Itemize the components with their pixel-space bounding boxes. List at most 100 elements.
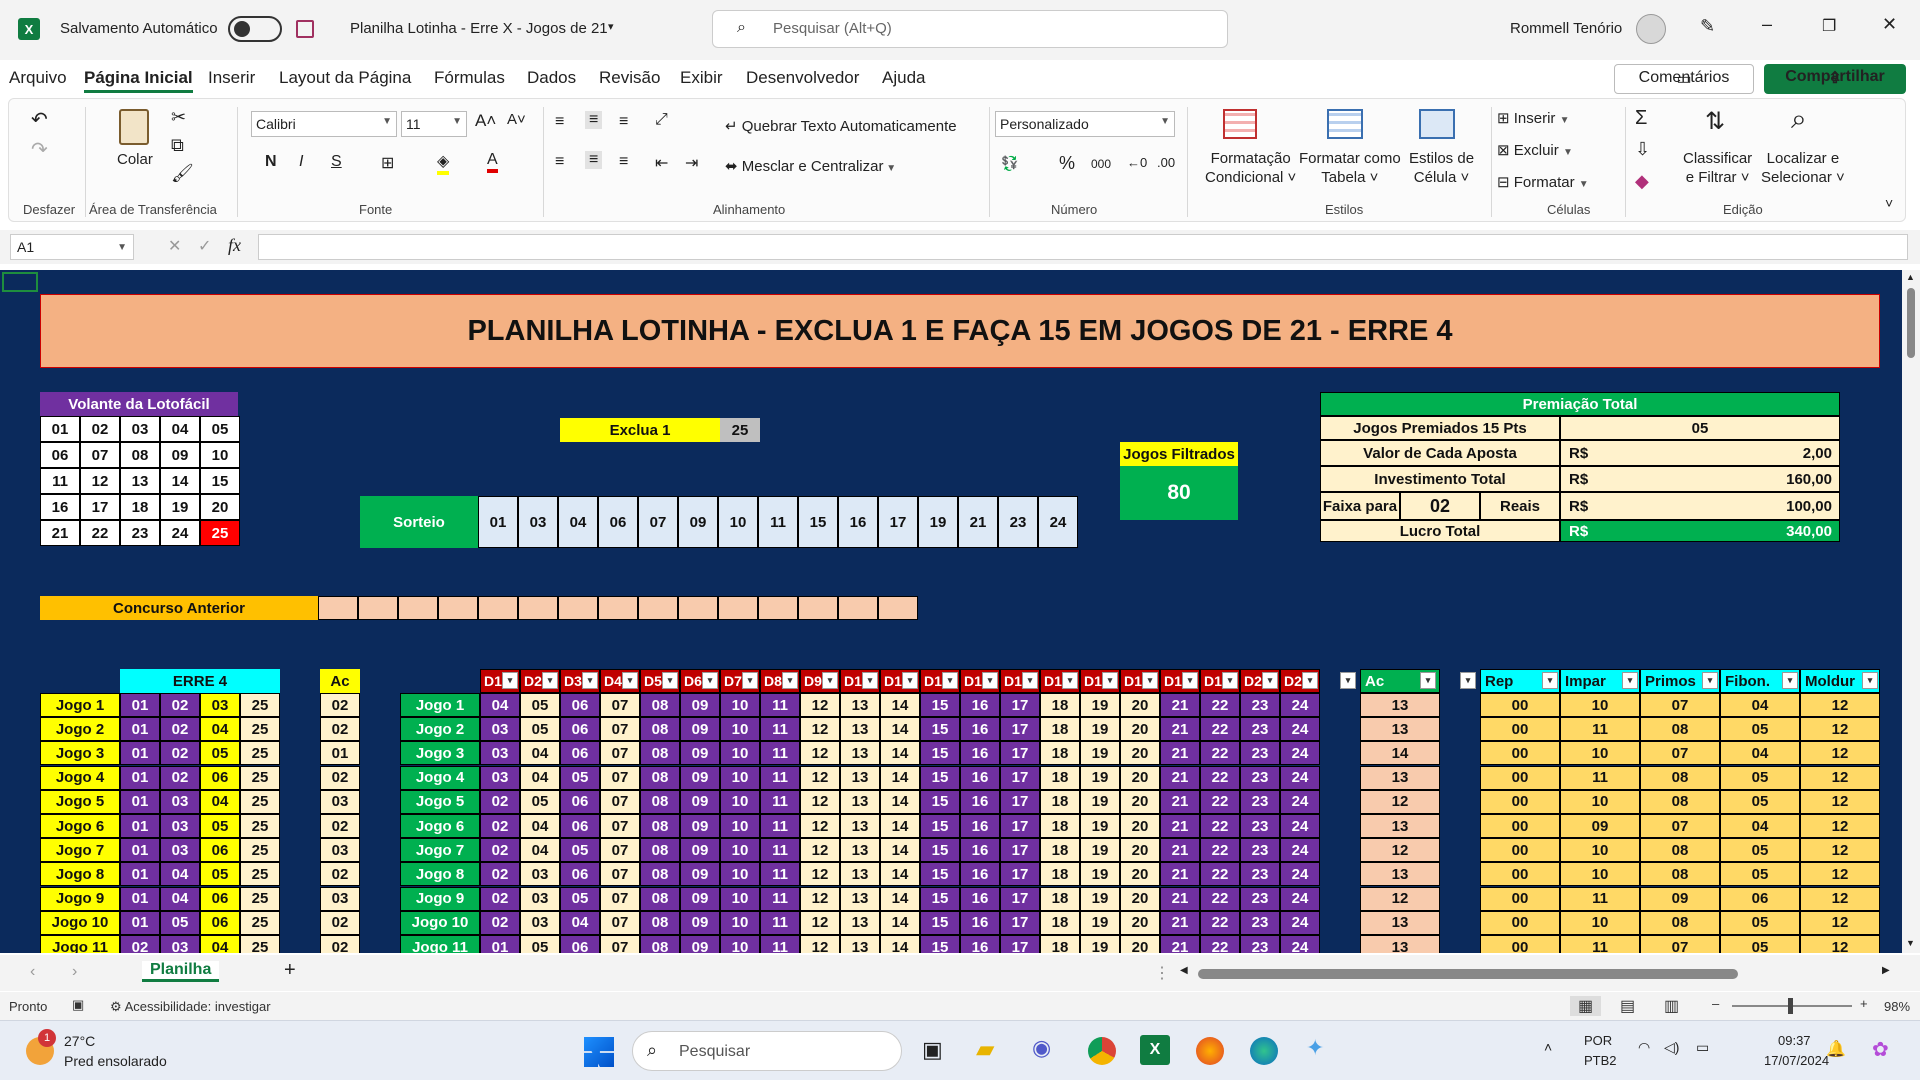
document-title[interactable]: Planilha Lotinha - Erre X - Jogos de 21 xyxy=(350,20,608,37)
other-app-icon[interactable]: ✦ xyxy=(1306,1035,1324,1061)
font-color-icon[interactable]: A xyxy=(487,151,498,173)
tab-ajuda[interactable]: Ajuda xyxy=(882,68,925,88)
filter-dropdown-icon[interactable]: ▾ xyxy=(1340,672,1356,689)
worksheet-grid[interactable]: PLANILHA LOTINHA - EXCLUA 1 E FAÇA 15 EM… xyxy=(0,270,1902,953)
concurso-anterior-cell[interactable] xyxy=(838,596,878,620)
windows-start-icon[interactable] xyxy=(584,1037,614,1067)
teams-icon[interactable]: ◉ xyxy=(1032,1035,1051,1061)
cut-icon[interactable]: ✂ xyxy=(171,107,186,128)
autosum-icon[interactable]: Σ xyxy=(1635,107,1647,130)
search-box[interactable]: ⌕ Pesquisar (Alt+Q) xyxy=(712,10,1228,48)
filter-dropdown-icon[interactable]: ▾ xyxy=(702,672,718,689)
show-hidden-icons[interactable]: ˄ xyxy=(1544,1039,1552,1055)
filter-dropdown-icon[interactable]: ▾ xyxy=(1702,672,1718,689)
decrease-indent-icon[interactable]: ⇤ xyxy=(655,153,668,173)
zoom-level[interactable]: 98% xyxy=(1884,999,1910,1014)
concurso-anterior-cell[interactable] xyxy=(718,596,758,620)
active-cell-a1[interactable] xyxy=(2,272,38,292)
cell-styles-icon[interactable] xyxy=(1419,109,1455,139)
add-sheet-icon[interactable]: + xyxy=(284,959,296,982)
border-icon[interactable]: ⊞ xyxy=(381,153,394,173)
shrink-font-icon[interactable]: A˅ xyxy=(507,111,526,128)
zoom-out-icon[interactable]: – xyxy=(1712,996,1719,1011)
align-top-icon[interactable]: ≡ xyxy=(555,113,564,131)
taskbar-search[interactable]: ⌕ Pesquisar xyxy=(632,1031,902,1071)
filter-dropdown-icon[interactable]: ▾ xyxy=(1262,672,1278,689)
volume-icon[interactable]: ◁) xyxy=(1664,1039,1679,1056)
filter-dropdown-icon[interactable]: ▾ xyxy=(1622,672,1638,689)
cell-styles-button[interactable]: Estilos de Célula ˅ xyxy=(1409,149,1474,187)
increase-decimal-icon[interactable]: ←0 xyxy=(1127,155,1147,170)
formula-input[interactable] xyxy=(258,234,1908,260)
task-view-icon[interactable]: ▣ xyxy=(922,1037,943,1063)
concurso-anterior-cell[interactable] xyxy=(318,596,358,620)
zoom-in-icon[interactable]: + xyxy=(1860,996,1868,1011)
autosave-toggle[interactable] xyxy=(228,16,282,42)
clock-date[interactable]: 17/07/2024 xyxy=(1764,1053,1829,1068)
grow-font-icon[interactable]: A˄ xyxy=(475,111,496,131)
font-name-select[interactable]: Calibri ▼ xyxy=(251,111,397,137)
exclua-value[interactable]: 25 xyxy=(720,418,760,442)
tab-arquivo[interactable]: Arquivo xyxy=(9,68,67,88)
name-box[interactable]: A1 ▼ xyxy=(10,234,134,260)
enter-formula-icon[interactable]: ✓ xyxy=(198,236,211,256)
tab-revisao[interactable]: Revisão xyxy=(599,68,660,88)
excel-taskbar-icon[interactable]: X xyxy=(1140,1035,1170,1065)
concurso-anterior-cell[interactable] xyxy=(478,596,518,620)
vertical-scroll-thumb[interactable] xyxy=(1907,288,1915,358)
thousands-icon[interactable]: 000 xyxy=(1091,157,1111,171)
filter-dropdown-icon[interactable]: ▾ xyxy=(942,672,958,689)
merge-center-button[interactable]: ⬌ Mesclar e Centralizar ▼ xyxy=(725,157,896,175)
align-right-icon[interactable]: ≡ xyxy=(619,153,628,171)
tab-exibir[interactable]: Exibir xyxy=(680,68,723,88)
underline-icon[interactable]: S xyxy=(331,153,342,171)
format-cells-button[interactable]: ⊟ Formatar ▼ xyxy=(1497,173,1589,191)
user-name[interactable]: Rommell Tenório xyxy=(1510,20,1622,37)
close-icon[interactable]: ✕ xyxy=(1882,14,1897,35)
copilot-icon[interactable]: ✿ xyxy=(1872,1037,1889,1062)
font-size-select[interactable]: 11 ▼ xyxy=(401,111,467,137)
vertical-scrollbar-track[interactable]: ▲ ▼ xyxy=(1902,270,1920,953)
concurso-anterior-cell[interactable] xyxy=(558,596,598,620)
filter-dropdown-icon[interactable]: ▾ xyxy=(982,672,998,689)
concurso-anterior-cell[interactable] xyxy=(638,596,678,620)
macro-record-icon[interactable]: ▣ xyxy=(72,997,84,1013)
notification-bell-icon[interactable]: 🔔 xyxy=(1826,1039,1846,1059)
prev-sheet-icon[interactable]: ‹ xyxy=(30,963,35,981)
align-bottom-icon[interactable]: ≡ xyxy=(619,113,628,131)
share-button[interactable]: ⇪ Compartilhar xyxy=(1764,64,1906,94)
redo-icon[interactable]: ↷ xyxy=(31,137,48,162)
tab-desenvolvedor[interactable]: Desenvolvedor xyxy=(746,68,859,88)
concurso-anterior-cell[interactable] xyxy=(678,596,718,620)
filter-dropdown-icon[interactable]: ▾ xyxy=(1420,672,1436,689)
bold-icon[interactable]: N xyxy=(265,153,277,171)
filter-dropdown-icon[interactable]: ▾ xyxy=(1542,672,1558,689)
language-2[interactable]: PTB2 xyxy=(1584,1053,1617,1068)
page-layout-icon[interactable]: ▤ xyxy=(1620,996,1635,1016)
restore-icon[interactable]: ❐ xyxy=(1822,16,1836,36)
concurso-anterior-cell[interactable] xyxy=(598,596,638,620)
currency-icon[interactable]: 💱 xyxy=(1001,155,1018,172)
concurso-anterior-cell[interactable] xyxy=(878,596,918,620)
filter-dropdown-icon[interactable]: ▾ xyxy=(902,672,918,689)
next-sheet-icon[interactable]: › xyxy=(72,963,77,981)
paste-icon[interactable] xyxy=(119,109,149,145)
filter-dropdown-icon[interactable]: ▾ xyxy=(542,672,558,689)
filter-dropdown-icon[interactable]: ▾ xyxy=(1022,672,1038,689)
align-center-icon[interactable]: ≡ xyxy=(585,151,603,169)
paste-button[interactable]: Colar xyxy=(117,151,153,168)
orientation-icon[interactable]: ⤢ xyxy=(655,111,668,129)
increase-indent-icon[interactable]: ⇥ xyxy=(685,153,698,173)
filter-dropdown-icon[interactable]: ▾ xyxy=(822,672,838,689)
concurso-anterior-cell[interactable] xyxy=(798,596,838,620)
minimize-icon[interactable]: – xyxy=(1762,14,1772,35)
wifi-icon[interactable]: ◠ xyxy=(1638,1039,1650,1056)
decrease-decimal-icon[interactable]: .00 xyxy=(1157,155,1175,170)
tab-layout[interactable]: Layout da Página xyxy=(279,68,411,88)
page-break-icon[interactable]: ▥ xyxy=(1664,996,1679,1016)
align-left-icon[interactable]: ≡ xyxy=(555,153,564,171)
format-painter-icon[interactable]: 🖌 xyxy=(171,163,194,184)
weather-temp[interactable]: 27°C xyxy=(64,1033,95,1049)
find-select-icon[interactable]: ⌕ xyxy=(1791,103,1807,136)
fill-icon[interactable]: ⇩ xyxy=(1635,139,1650,160)
